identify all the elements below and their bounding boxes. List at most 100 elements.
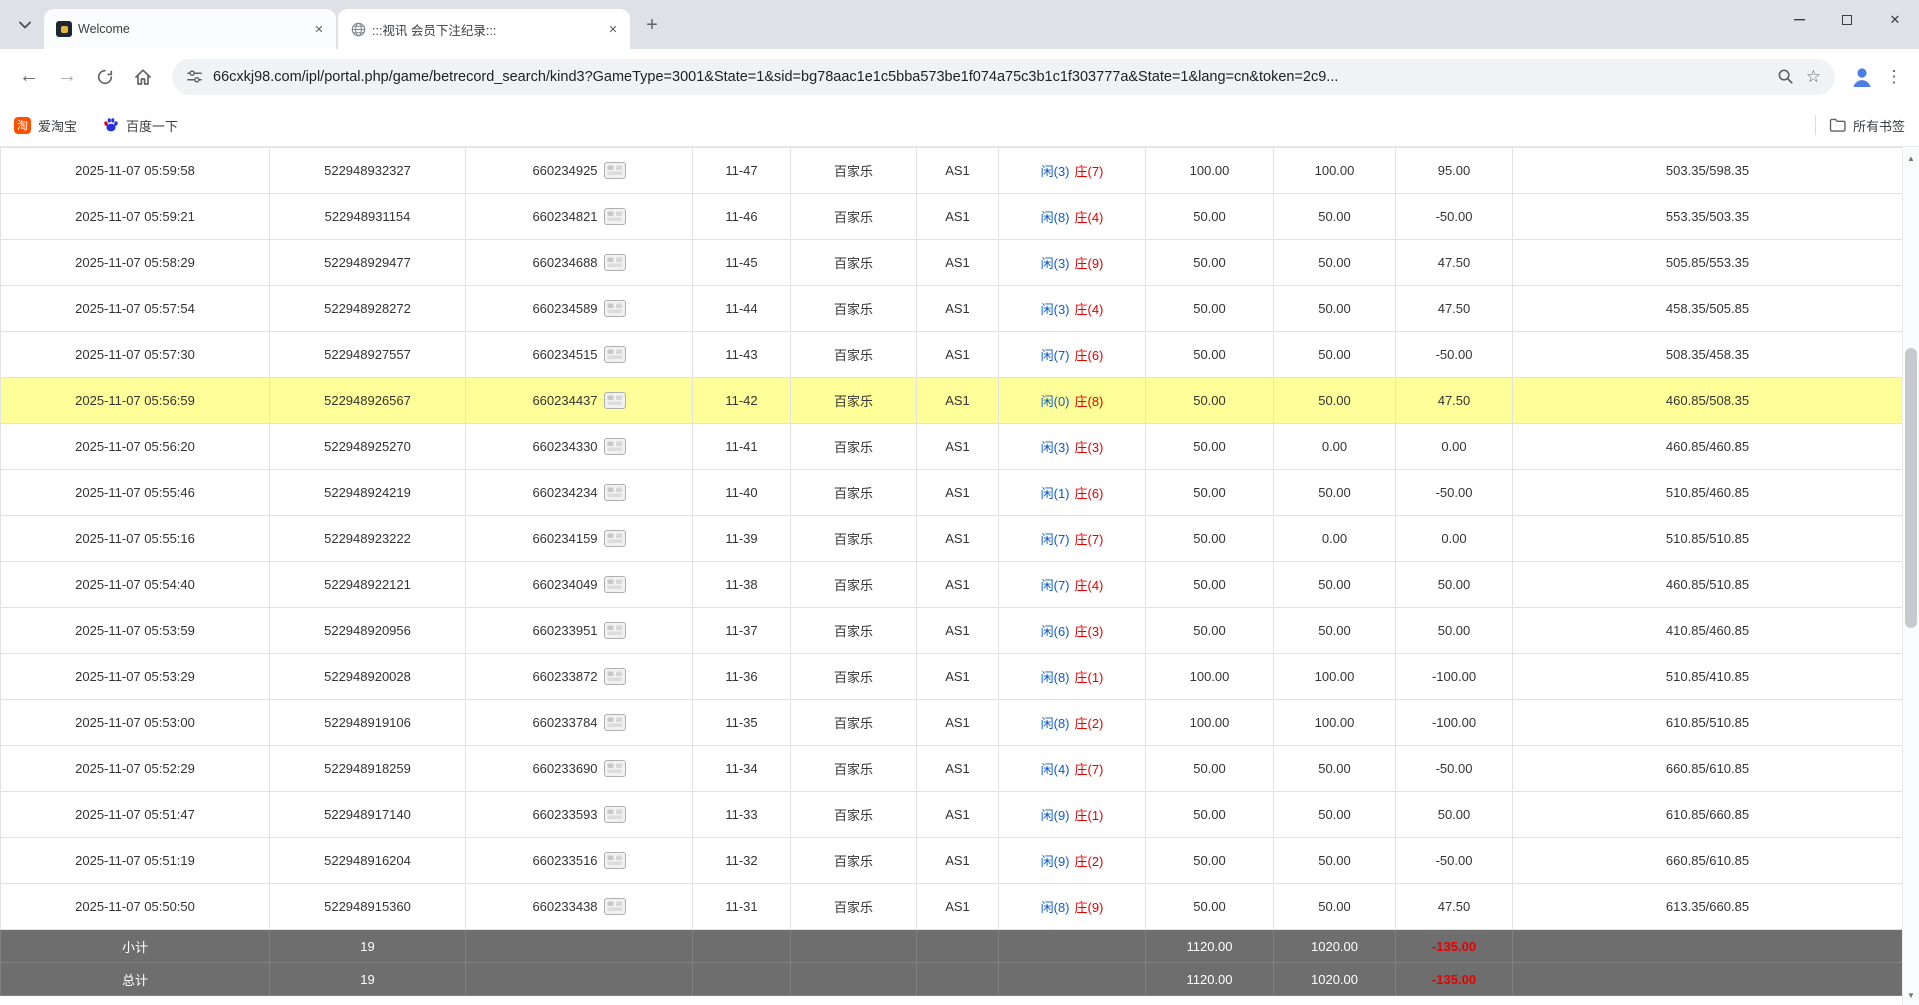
player-result-link[interactable]: 闲(0): [1041, 391, 1070, 410]
player-result-link[interactable]: 闲(9): [1041, 851, 1070, 870]
bet-record-row[interactable]: 2025-11-07 05:53:29 522948920028 6602338…: [1, 654, 1903, 700]
banker-result-link[interactable]: 庄(6): [1075, 483, 1104, 502]
player-result-link[interactable]: 闲(6): [1041, 621, 1070, 640]
cell-bet-amount[interactable]: 50.00: [1146, 746, 1274, 792]
bet-record-row[interactable]: 2025-11-07 05:57:30 522948927557 6602345…: [1, 332, 1903, 378]
close-window-button[interactable]: ✕: [1871, 0, 1919, 40]
player-result-link[interactable]: 闲(8): [1041, 207, 1070, 226]
cell-bet-amount[interactable]: 100.00: [1146, 654, 1274, 700]
player-result-link[interactable]: 闲(8): [1041, 667, 1070, 686]
banker-result-link[interactable]: 庄(1): [1075, 805, 1104, 824]
player-result-link[interactable]: 闲(8): [1041, 897, 1070, 916]
player-result-link[interactable]: 闲(7): [1041, 575, 1070, 594]
result-snapshot-icon[interactable]: [604, 438, 626, 455]
banker-result-link[interactable]: 庄(8): [1075, 391, 1104, 410]
url-text[interactable]: 66cxkj98.com/ipl/portal.php/game/betreco…: [213, 69, 1767, 85]
result-snapshot-icon[interactable]: [604, 300, 626, 317]
cell-bet-amount[interactable]: 50.00: [1146, 378, 1274, 424]
scrollbar-up-arrow[interactable]: ▲: [1903, 150, 1919, 166]
bet-record-row[interactable]: 2025-11-07 05:50:50 522948915360 6602334…: [1, 884, 1903, 930]
player-result-link[interactable]: 闲(8): [1041, 713, 1070, 732]
address-bar[interactable]: 66cxkj98.com/ipl/portal.php/game/betreco…: [172, 59, 1835, 95]
bet-record-row[interactable]: 2025-11-07 05:52:29 522948918259 6602336…: [1, 746, 1903, 792]
zoom-icon[interactable]: [1777, 68, 1794, 85]
result-snapshot-icon[interactable]: [604, 162, 626, 179]
tab-close-icon[interactable]: ✕: [310, 20, 328, 38]
cell-bet-amount[interactable]: 50.00: [1146, 608, 1274, 654]
bet-record-row[interactable]: 2025-11-07 05:53:59 522948920956 6602339…: [1, 608, 1903, 654]
banker-result-link[interactable]: 庄(7): [1075, 529, 1104, 548]
vertical-scrollbar[interactable]: ▲ ▼: [1902, 148, 1919, 1005]
cell-bet-amount[interactable]: 100.00: [1146, 148, 1274, 194]
maximize-button[interactable]: [1823, 0, 1871, 40]
minimize-button[interactable]: [1775, 0, 1823, 40]
result-snapshot-icon[interactable]: [604, 254, 626, 271]
reload-button[interactable]: [86, 58, 124, 96]
result-snapshot-icon[interactable]: [604, 208, 626, 225]
banker-result-link[interactable]: 庄(9): [1075, 897, 1104, 916]
result-snapshot-icon[interactable]: [604, 392, 626, 409]
tab-betrecord[interactable]: :::视讯 会员下注纪录::: ✕: [338, 9, 630, 49]
result-snapshot-icon[interactable]: [604, 346, 626, 363]
menu-kebab-icon[interactable]: ⋮: [1879, 60, 1909, 94]
result-snapshot-icon[interactable]: [604, 668, 626, 685]
profile-avatar[interactable]: [1845, 60, 1879, 94]
cell-bet-amount[interactable]: 50.00: [1146, 562, 1274, 608]
cell-bet-amount[interactable]: 50.00: [1146, 792, 1274, 838]
back-button[interactable]: ←: [10, 58, 48, 96]
bet-record-row[interactable]: 2025-11-07 05:56:20 522948925270 6602343…: [1, 424, 1903, 470]
cell-bet-amount[interactable]: 50.00: [1146, 838, 1274, 884]
cell-bet-amount[interactable]: 50.00: [1146, 470, 1274, 516]
player-result-link[interactable]: 闲(3): [1041, 253, 1070, 272]
banker-result-link[interactable]: 庄(7): [1075, 161, 1104, 180]
bet-record-row[interactable]: 2025-11-07 05:51:47 522948917140 6602335…: [1, 792, 1903, 838]
banker-result-link[interactable]: 庄(3): [1075, 437, 1104, 456]
cell-bet-amount[interactable]: 50.00: [1146, 516, 1274, 562]
player-result-link[interactable]: 闲(7): [1041, 345, 1070, 364]
bet-record-row[interactable]: 2025-11-07 05:51:19 522948916204 6602335…: [1, 838, 1903, 884]
player-result-link[interactable]: 闲(3): [1041, 161, 1070, 180]
banker-result-link[interactable]: 庄(4): [1075, 575, 1104, 594]
new-tab-button[interactable]: +: [638, 11, 666, 39]
bet-record-row[interactable]: 2025-11-07 05:58:29 522948929477 6602346…: [1, 240, 1903, 286]
player-result-link[interactable]: 闲(4): [1041, 759, 1070, 778]
tab-welcome[interactable]: Welcome ✕: [44, 9, 336, 49]
bookmark-taobao[interactable]: 淘 爱淘宝: [14, 116, 77, 135]
banker-result-link[interactable]: 庄(6): [1075, 345, 1104, 364]
cell-bet-amount[interactable]: 50.00: [1146, 286, 1274, 332]
cell-bet-amount[interactable]: 50.00: [1146, 424, 1274, 470]
all-bookmarks-button[interactable]: 所有书签: [1829, 116, 1905, 135]
tab-search-chevron-icon[interactable]: [10, 10, 40, 40]
bet-record-row[interactable]: 2025-11-07 05:55:16 522948923222 6602341…: [1, 516, 1903, 562]
home-button[interactable]: [124, 58, 162, 96]
cell-bet-amount[interactable]: 50.00: [1146, 240, 1274, 286]
result-snapshot-icon[interactable]: [604, 576, 626, 593]
banker-result-link[interactable]: 庄(3): [1075, 621, 1104, 640]
bet-record-row[interactable]: 2025-11-07 05:59:21 522948931154 6602348…: [1, 194, 1903, 240]
bet-record-row[interactable]: 2025-11-07 05:55:46 522948924219 6602342…: [1, 470, 1903, 516]
bet-record-row[interactable]: 2025-11-07 05:59:58 522948932327 6602349…: [1, 148, 1903, 194]
banker-result-link[interactable]: 庄(2): [1075, 851, 1104, 870]
forward-button[interactable]: →: [48, 58, 86, 96]
cell-bet-amount[interactable]: 50.00: [1146, 194, 1274, 240]
bet-record-row[interactable]: 2025-11-07 05:56:59 522948926567 6602344…: [1, 378, 1903, 424]
player-result-link[interactable]: 闲(9): [1041, 805, 1070, 824]
banker-result-link[interactable]: 庄(2): [1075, 713, 1104, 732]
result-snapshot-icon[interactable]: [604, 530, 626, 547]
bet-record-row[interactable]: 2025-11-07 05:54:40 522948922121 6602340…: [1, 562, 1903, 608]
banker-result-link[interactable]: 庄(7): [1075, 759, 1104, 778]
cell-bet-amount[interactable]: 50.00: [1146, 884, 1274, 930]
player-result-link[interactable]: 闲(3): [1041, 437, 1070, 456]
bookmark-baidu[interactable]: 百度一下: [103, 116, 178, 135]
scrollbar-down-arrow[interactable]: ▼: [1903, 987, 1919, 1003]
scrollbar-thumb[interactable]: [1905, 348, 1917, 628]
bet-record-row[interactable]: 2025-11-07 05:53:00 522948919106 6602337…: [1, 700, 1903, 746]
bookmark-star-icon[interactable]: ☆: [1806, 67, 1821, 87]
cell-bet-amount[interactable]: 50.00: [1146, 332, 1274, 378]
result-snapshot-icon[interactable]: [604, 852, 626, 869]
result-snapshot-icon[interactable]: [604, 622, 626, 639]
player-result-link[interactable]: 闲(7): [1041, 529, 1070, 548]
result-snapshot-icon[interactable]: [604, 806, 626, 823]
result-snapshot-icon[interactable]: [604, 714, 626, 731]
player-result-link[interactable]: 闲(3): [1041, 299, 1070, 318]
